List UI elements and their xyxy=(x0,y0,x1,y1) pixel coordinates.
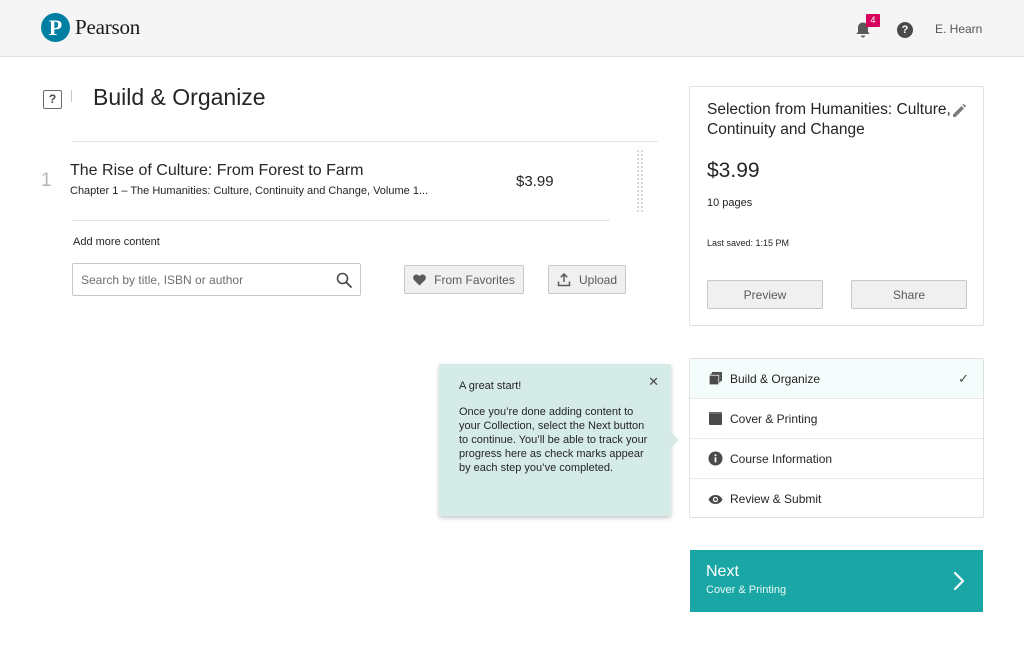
drag-dot xyxy=(637,174,639,176)
drag-dot xyxy=(641,190,643,192)
help-icon[interactable]: ? xyxy=(897,22,913,38)
item-title: The Rise of Culture: From Forest to Farm xyxy=(70,162,364,179)
drag-dot xyxy=(637,190,639,192)
eye-icon xyxy=(708,494,723,504)
selection-pages: 10 pages xyxy=(707,197,753,209)
drag-dot xyxy=(637,194,639,196)
drag-dot xyxy=(641,186,643,188)
drag-handle-icon[interactable] xyxy=(637,150,645,214)
add-content-label: Add more content xyxy=(73,236,160,248)
top-header: P Pearson 4 ? E. Hearn xyxy=(0,0,1024,57)
drag-dot xyxy=(637,170,639,172)
step-label: Course Information xyxy=(730,451,833,466)
selection-summary-card: Selection from Humanities: Culture, Cont… xyxy=(689,86,984,326)
page-help-icon[interactable]: ? xyxy=(43,90,62,109)
next-button[interactable]: Next Cover & Printing xyxy=(690,550,983,612)
drag-dot xyxy=(641,206,643,208)
next-label: Next xyxy=(706,563,739,580)
next-step-label: Cover & Printing xyxy=(706,584,787,596)
share-button[interactable]: Share xyxy=(851,280,967,309)
drag-dot xyxy=(637,210,639,212)
upload-label: Upload xyxy=(578,272,618,287)
drag-dot xyxy=(637,206,639,208)
drag-dot xyxy=(641,162,643,164)
info-icon xyxy=(708,451,723,466)
progress-steps: Build & Organize ✓ Cover & Printing Cour… xyxy=(689,358,984,518)
step-build-organize[interactable]: Build & Organize ✓ xyxy=(690,359,983,399)
upload-button[interactable]: Upload xyxy=(548,265,626,294)
pearson-logo-mark: P xyxy=(41,13,70,42)
stack-icon xyxy=(709,372,722,385)
item-price: $3.99 xyxy=(516,173,554,190)
step-label: Review & Submit xyxy=(730,492,822,506)
page-title: Build & Organize xyxy=(93,84,266,110)
drag-dot xyxy=(637,154,639,156)
close-icon[interactable]: ✕ xyxy=(648,374,659,390)
drag-dot xyxy=(641,158,643,160)
drag-dot xyxy=(641,198,643,200)
step-course-information[interactable]: Course Information xyxy=(690,439,983,479)
drag-dot xyxy=(637,150,639,152)
from-favorites-label: From Favorites xyxy=(434,272,515,287)
item-index: 1 xyxy=(41,170,52,191)
checkmark-icon: ✓ xyxy=(958,371,969,386)
last-saved-text: Last saved: 1:15 PM xyxy=(707,238,790,248)
drag-dot xyxy=(637,158,639,160)
step-review-submit[interactable]: Review & Submit xyxy=(690,479,983,519)
divider xyxy=(72,141,658,142)
search-field xyxy=(72,263,361,296)
tooltip-body: Once you’re done adding content to your … xyxy=(459,406,648,474)
pearson-logo-text: Pearson xyxy=(75,15,141,39)
pencil-edit-icon[interactable] xyxy=(951,103,967,119)
drag-dot xyxy=(641,166,643,168)
selection-price: $3.99 xyxy=(707,159,760,182)
drag-dot xyxy=(641,174,643,176)
search-icon[interactable] xyxy=(336,272,352,288)
chevron-right-icon xyxy=(953,571,965,591)
drag-dot xyxy=(641,182,643,184)
drag-dot xyxy=(641,194,643,196)
onboarding-tooltip: A great start! ✕ Once you’re done adding… xyxy=(439,364,679,516)
user-menu[interactable]: E. Hearn xyxy=(935,22,982,36)
divider xyxy=(72,220,610,221)
drag-dot xyxy=(641,210,643,212)
drag-dot xyxy=(637,166,639,168)
step-cover-printing[interactable]: Cover & Printing xyxy=(690,399,983,439)
drag-dot xyxy=(641,154,643,156)
search-input[interactable] xyxy=(73,264,328,295)
drag-dot xyxy=(637,182,639,184)
drag-dot xyxy=(637,202,639,204)
notification-badge: 4 xyxy=(866,14,880,27)
preview-button[interactable]: Preview xyxy=(707,280,823,309)
tooltip-title: A great start! xyxy=(459,380,522,392)
drag-dot xyxy=(641,170,643,172)
drag-dot xyxy=(637,198,639,200)
drag-dot xyxy=(637,178,639,180)
step-label: Build & Organize xyxy=(730,371,821,386)
drag-dot xyxy=(641,178,643,180)
drag-dot xyxy=(637,186,639,188)
pearson-logo[interactable]: P Pearson xyxy=(41,13,140,42)
title-divider xyxy=(71,90,72,102)
selection-title: Selection from Humanities: Culture, Cont… xyxy=(707,101,951,138)
item-subtitle: Chapter 1 – The Humanities: Culture, Con… xyxy=(70,185,429,197)
from-favorites-button[interactable]: From Favorites xyxy=(404,265,524,294)
heart-icon xyxy=(413,273,426,285)
drag-dot xyxy=(637,162,639,164)
step-label: Cover & Printing xyxy=(730,411,818,426)
upload-icon xyxy=(557,272,571,286)
book-icon xyxy=(709,412,722,425)
drag-dot xyxy=(641,202,643,204)
drag-dot xyxy=(641,150,643,152)
